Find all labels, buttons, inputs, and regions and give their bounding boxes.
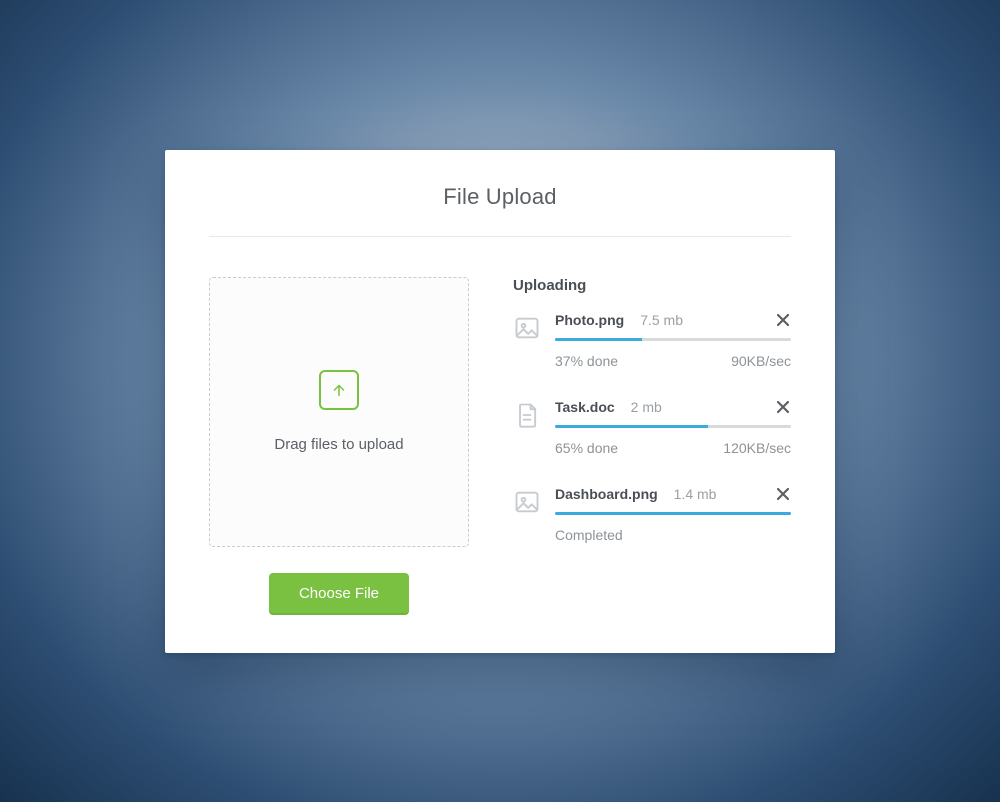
file-speed: 90KB/sec [731,353,791,369]
left-panel: Drag files to upload Choose File [209,277,469,615]
file-status: 65% done [555,440,618,456]
file-body: Photo.png 7.5 mb 37% done 90KB/sec [555,312,791,369]
uploading-heading: Uploading [513,277,791,294]
file-size: 7.5 mb [640,312,683,328]
file-size: 2 mb [631,399,662,415]
upload-item: Task.doc 2 mb 65% done 120KB/sec [513,399,791,456]
cancel-upload-button[interactable] [775,486,791,502]
file-size: 1.4 mb [674,486,717,502]
file-name: Dashboard.png [555,486,658,502]
image-icon [513,488,541,516]
cancel-upload-button[interactable] [775,312,791,328]
card-content: Drag files to upload Choose File Uploadi… [209,277,791,615]
upload-icon [319,370,359,410]
file-body: Dashboard.png 1.4 mb Completed [555,486,791,543]
progress-bar [555,512,791,515]
upload-list: Photo.png 7.5 mb 37% done 90KB/sec Task.doc 2… [513,312,791,543]
choose-file-button[interactable]: Choose File [269,573,409,615]
upload-item: Photo.png 7.5 mb 37% done 90KB/sec [513,312,791,369]
upload-card: File Upload Drag files to upload Choose … [165,150,835,653]
progress-bar [555,425,791,428]
file-status: 37% done [555,353,618,369]
document-icon [513,401,541,429]
upload-item: Dashboard.png 1.4 mb Completed [513,486,791,543]
file-name: Task.doc [555,399,615,415]
file-speed: 120KB/sec [723,440,791,456]
file-body: Task.doc 2 mb 65% done 120KB/sec [555,399,791,456]
dropzone[interactable]: Drag files to upload [209,277,469,547]
card-title: File Upload [209,184,791,237]
file-name: Photo.png [555,312,624,328]
image-icon [513,314,541,342]
right-panel: Uploading Photo.png 7.5 mb 37% done 90KB/se… [513,277,791,615]
file-status: Completed [555,527,623,543]
progress-bar [555,338,791,341]
cancel-upload-button[interactable] [775,399,791,415]
dropzone-label: Drag files to upload [274,436,403,453]
